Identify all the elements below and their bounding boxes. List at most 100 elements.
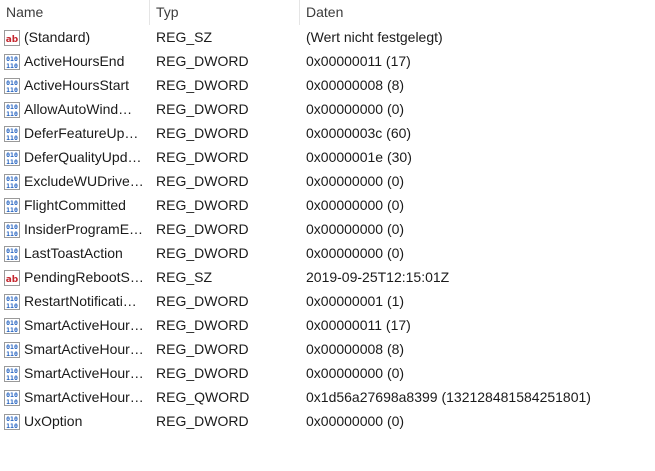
table-row[interactable]: 010 110 ExcludeWUDrive… REG_DWORD 0x00000000…	[0, 169, 655, 193]
svg-text:110: 110	[6, 422, 18, 430]
value-name-cell[interactable]: 010 110 LastToastAction	[0, 241, 150, 265]
table-row[interactable]: 010 110 RestartNotificati… REG_DWORD 0x00000…	[0, 289, 655, 313]
table-row[interactable]: 010 110 SmartActiveHour… REG_DWORD 0x0000001…	[0, 313, 655, 337]
value-data: 2019-09-25T12:15:01Z	[306, 269, 450, 285]
value-name-cell[interactable]: 010 110 DeferFeatureUp…	[0, 121, 150, 145]
svg-text:110: 110	[6, 398, 18, 406]
value-name-cell[interactable]: 010 110 InsiderProgramE…	[0, 217, 150, 241]
table-row[interactable]: 010 110 LastToastAction REG_DWORD 0x00000000…	[0, 241, 655, 265]
value-name-cell[interactable]: 010 110 ActiveHoursEnd	[0, 49, 150, 73]
value-name: LastToastAction	[24, 245, 123, 261]
value-type: REG_DWORD	[156, 413, 249, 429]
binary-value-icon: 010 110	[4, 389, 20, 406]
value-name-cell[interactable]: 010 110 ActiveHoursStart	[0, 73, 150, 97]
value-type: REG_DWORD	[156, 317, 249, 333]
value-type: REG_SZ	[156, 269, 213, 285]
column-header-name[interactable]: Name	[0, 0, 150, 25]
svg-text:110: 110	[6, 326, 18, 334]
value-name-cell[interactable]: 010 110 AllowAutoWind…	[0, 97, 150, 121]
value-name: FlightCommitted	[24, 197, 126, 213]
value-type: REG_DWORD	[156, 173, 249, 189]
column-header-type[interactable]: Typ	[150, 0, 300, 25]
value-name: ActiveHoursEnd	[24, 53, 125, 69]
svg-text:110: 110	[6, 302, 18, 310]
svg-text:ab: ab	[6, 275, 19, 285]
value-type: REG_DWORD	[156, 149, 249, 165]
binary-value-icon: 010 110	[4, 53, 20, 70]
binary-value-icon: 010 110	[4, 221, 20, 238]
table-row[interactable]: 010 110 SmartActiveHour… REG_DWORD 0x0000000…	[0, 337, 655, 361]
binary-value-icon: 010 110	[4, 77, 20, 94]
binary-value-icon: 010 110	[4, 293, 20, 310]
svg-text:110: 110	[6, 110, 18, 118]
value-name-cell[interactable]: 010 110 FlightCommitted	[0, 193, 150, 217]
table-row[interactable]: 010 110 DeferQualityUpd… REG_DWORD 0x0000001…	[0, 145, 655, 169]
string-value-icon: ab	[4, 269, 20, 286]
list-header: Name Typ Daten	[0, 0, 655, 25]
svg-text:110: 110	[6, 206, 18, 214]
binary-value-icon: 010 110	[4, 413, 20, 430]
registry-values-list: Name Typ Daten ab (Standard) REG_SZ (Wert n…	[0, 0, 655, 471]
table-row[interactable]: 010 110 InsiderProgramE… REG_DWORD 0x0000000…	[0, 217, 655, 241]
value-name: ActiveHoursStart	[24, 77, 130, 93]
value-name-cell[interactable]: 010 110 UxOption	[0, 409, 150, 433]
value-data: (Wert nicht festgelegt)	[306, 29, 443, 45]
table-row[interactable]: ab (Standard) REG_SZ (Wert nicht festgelegt…	[0, 25, 655, 49]
svg-text:110: 110	[6, 230, 18, 238]
value-name-cell[interactable]: 010 110 SmartActiveHour…	[0, 337, 150, 361]
binary-value-icon: 010 110	[4, 197, 20, 214]
value-name-cell[interactable]: 010 110 SmartActiveHour…	[0, 385, 150, 409]
table-row[interactable]: 010 110 SmartActiveHour… REG_QWORD 0x1d56a27…	[0, 385, 655, 409]
binary-value-icon: 010 110	[4, 101, 20, 118]
binary-value-icon: 010 110	[4, 341, 20, 358]
value-name-cell[interactable]: ab (Standard)	[0, 25, 150, 49]
value-data: 0x00000000 (0)	[306, 173, 405, 189]
value-name-cell[interactable]: 010 110 SmartActiveHour…	[0, 361, 150, 385]
value-data: 0x00000011 (17)	[306, 317, 411, 333]
value-name: SmartActiveHour…	[24, 317, 144, 333]
table-row[interactable]: 010 110 FlightCommitted REG_DWORD 0x00000000…	[0, 193, 655, 217]
binary-value-icon: 010 110	[4, 365, 20, 382]
value-data: 0x0000001e (30)	[306, 149, 412, 165]
value-data: 0x00000000 (0)	[306, 365, 405, 381]
value-name: (Standard)	[24, 29, 91, 45]
svg-text:ab: ab	[6, 35, 19, 45]
value-data: 0x1d56a27698a8399 (132128481584251801)	[306, 389, 591, 405]
value-data: 0x00000000 (0)	[306, 101, 405, 117]
table-row[interactable]: 010 110 DeferFeatureUp… REG_DWORD 0x0000003c…	[0, 121, 655, 145]
binary-value-icon: 010 110	[4, 245, 20, 262]
svg-text:110: 110	[6, 374, 18, 382]
svg-text:110: 110	[6, 350, 18, 358]
value-name: PendingRebootS…	[24, 269, 144, 285]
table-row[interactable]: 010 110 UxOption REG_DWORD 0x00000000 (0)	[0, 409, 655, 433]
value-data: 0x00000001 (1)	[306, 293, 405, 309]
table-row[interactable]: 010 110 ActiveHoursEnd REG_DWORD 0x00000011 …	[0, 49, 655, 73]
table-row[interactable]: 010 110 ActiveHoursStart REG_DWORD 0x0000000…	[0, 73, 655, 97]
value-data: 0x00000000 (0)	[306, 245, 405, 261]
table-row[interactable]: ab PendingRebootS… REG_SZ 2019-09-25T12:15:…	[0, 265, 655, 289]
value-name-cell[interactable]: 010 110 DeferQualityUpd…	[0, 145, 150, 169]
value-name: AllowAutoWind…	[24, 101, 133, 117]
table-row[interactable]: 010 110 AllowAutoWind… REG_DWORD 0x00000000 …	[0, 97, 655, 121]
column-header-data[interactable]: Daten	[300, 0, 655, 25]
binary-value-icon: 010 110	[4, 173, 20, 190]
string-value-icon: ab	[4, 29, 20, 46]
value-type: REG_SZ	[156, 29, 213, 45]
value-name: DeferFeatureUp…	[24, 125, 139, 141]
value-type: REG_DWORD	[156, 221, 249, 237]
value-name: UxOption	[24, 413, 83, 429]
value-data: 0x00000011 (17)	[306, 53, 411, 69]
value-type: REG_DWORD	[156, 77, 249, 93]
list-body: ab (Standard) REG_SZ (Wert nicht festgelegt…	[0, 25, 655, 433]
value-name-cell[interactable]: 010 110 SmartActiveHour…	[0, 313, 150, 337]
value-name-cell[interactable]: 010 110 RestartNotificati…	[0, 289, 150, 313]
value-type: REG_DWORD	[156, 53, 249, 69]
value-name-cell[interactable]: 010 110 ExcludeWUDrive…	[0, 169, 150, 193]
value-type: REG_DWORD	[156, 125, 249, 141]
value-type: REG_DWORD	[156, 341, 249, 357]
value-data: 0x00000008 (8)	[306, 341, 405, 357]
value-data: 0x00000000 (0)	[306, 413, 405, 429]
value-name-cell[interactable]: ab PendingRebootS…	[0, 265, 150, 289]
value-name: DeferQualityUpd…	[24, 149, 142, 165]
table-row[interactable]: 010 110 SmartActiveHour… REG_DWORD 0x0000000…	[0, 361, 655, 385]
